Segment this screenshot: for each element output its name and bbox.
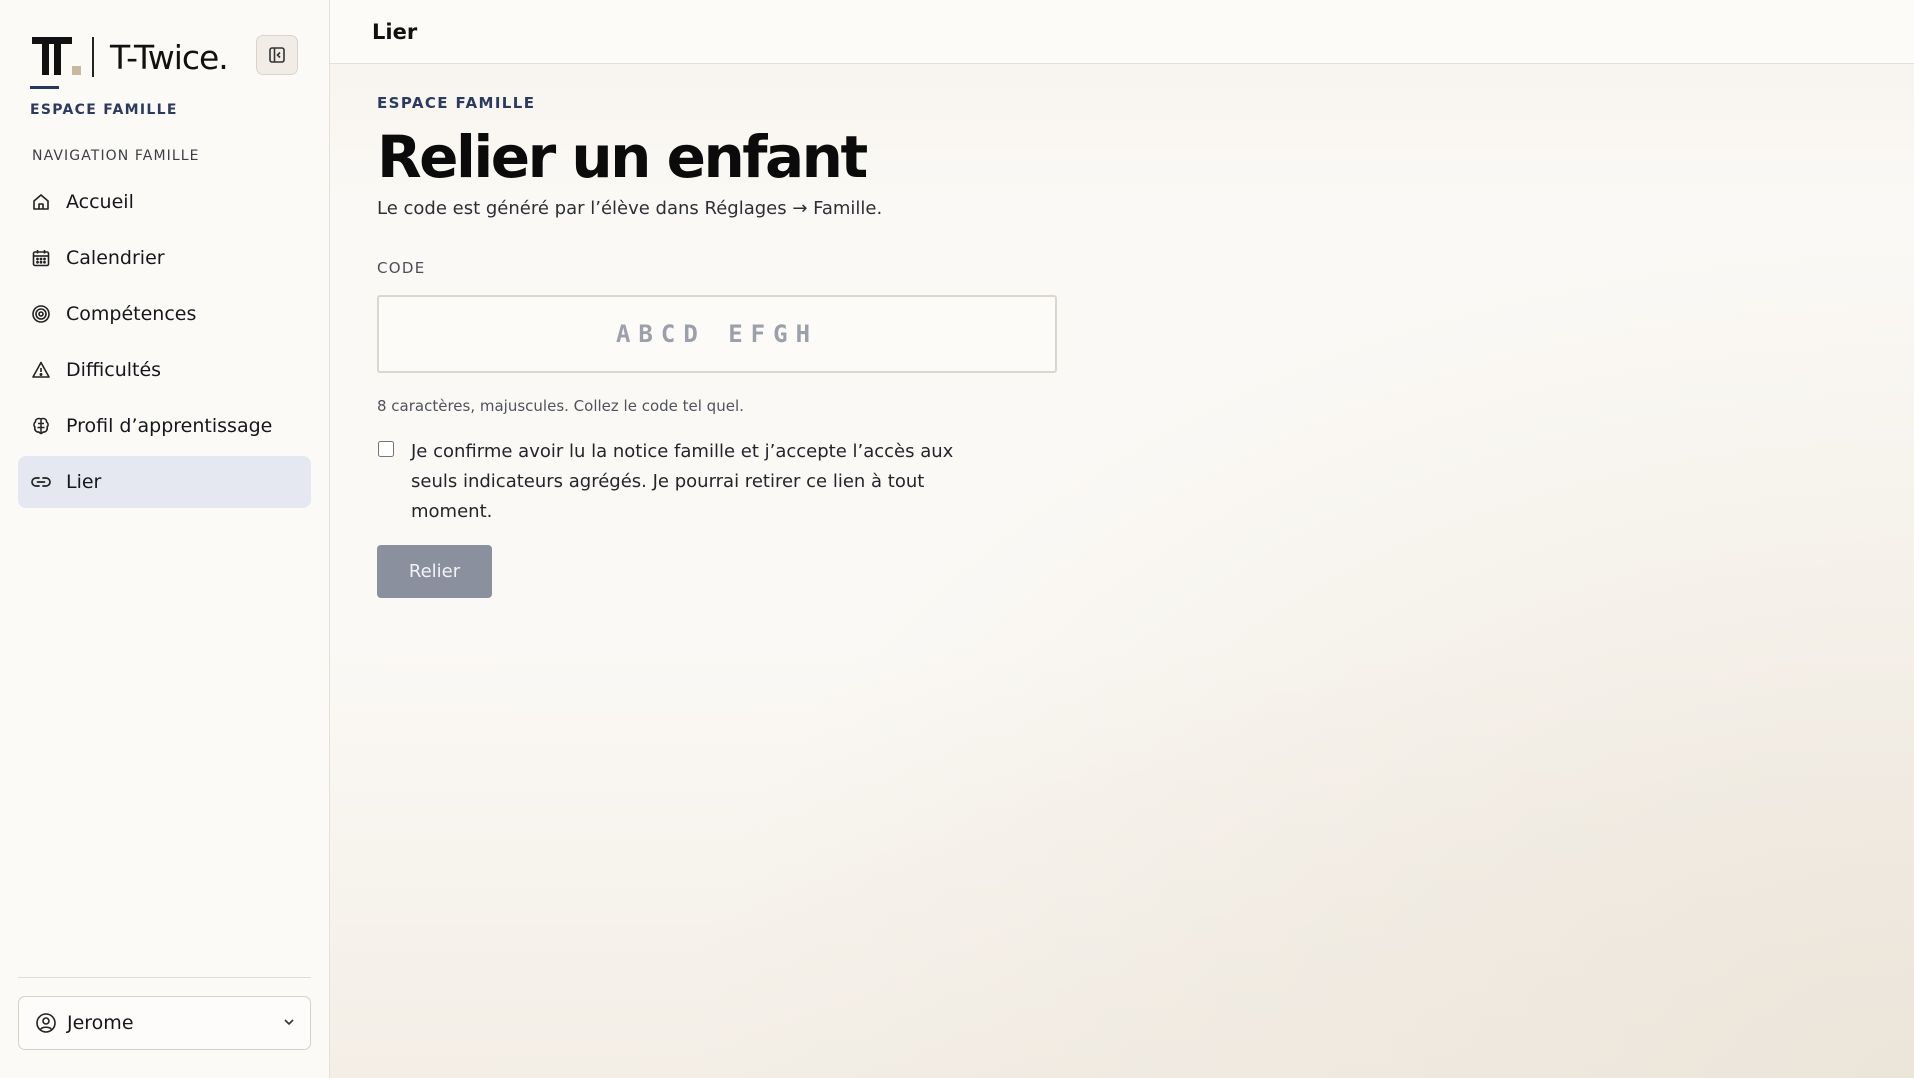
collapse-sidebar-button[interactable]	[256, 35, 298, 75]
link-child-form: ESPACE FAMILLE Relier un enfant Le code …	[330, 64, 1070, 598]
code-field-label: CODE	[377, 259, 426, 277]
sidebar-item-difficultes[interactable]: Difficultés	[18, 344, 311, 396]
link-icon	[30, 471, 52, 493]
sidebar-item-calendrier[interactable]: Calendrier	[18, 232, 311, 284]
sidebar-item-label: Lier	[66, 471, 102, 493]
page-header: Lier	[330, 0, 1914, 64]
app-root: T-Twice. ESPACE FAMILLE NAVIGATION FAMIL…	[0, 0, 1914, 1078]
chevron-down-icon	[282, 1012, 296, 1034]
sidebar-item-label: Compétences	[66, 303, 197, 325]
sidebar-item-label: Difficultés	[66, 359, 162, 381]
sidebar-nav: Accueil Calendrier Compétences Difficult…	[0, 176, 329, 512]
user-circle-icon	[35, 1012, 57, 1034]
code-hint: 8 caractères, majuscules. Collez le code…	[377, 397, 744, 415]
brand-name: T-Twice.	[110, 37, 229, 77]
sidebar-item-label: Calendrier	[66, 247, 165, 269]
sidebar-item-label: Profil d’apprentissage	[66, 415, 273, 437]
relier-button[interactable]: Relier	[377, 545, 492, 598]
consent-label[interactable]: Je confirme avoir lu la notice famille e…	[411, 437, 991, 527]
sidebar-section-title: ESPACE FAMILLE	[30, 102, 178, 118]
consent-checkbox[interactable]	[378, 441, 394, 457]
brand-divider	[92, 37, 94, 77]
sidebar-item-competences[interactable]: Compétences	[18, 288, 311, 340]
sidebar-item-profil[interactable]: Profil d’apprentissage	[18, 400, 311, 452]
main-content: Lier ESPACE FAMILLE Relier un enfant Le …	[330, 0, 1914, 1078]
home-icon	[30, 191, 52, 213]
sidebar: T-Twice. ESPACE FAMILLE NAVIGATION FAMIL…	[0, 0, 330, 1078]
sidebar-item-label: Accueil	[66, 191, 134, 213]
consent-row: Je confirme avoir lu la notice famille e…	[377, 437, 1070, 527]
calendar-icon	[30, 247, 52, 269]
eyebrow-label: ESPACE FAMILLE	[377, 94, 536, 112]
sidebar-item-accueil[interactable]: Accueil	[18, 176, 311, 228]
user-menu-select[interactable]: Jerome	[18, 996, 311, 1050]
sidebar-footer: Jerome	[18, 977, 311, 1078]
nav-title: NAVIGATION FAMILLE	[32, 148, 200, 164]
brand-logo-icon	[30, 33, 82, 89]
page-title: Relier un enfant	[377, 123, 868, 191]
user-name: Jerome	[67, 1012, 134, 1034]
brain-icon	[30, 415, 52, 437]
sidebar-collapse-icon	[269, 47, 285, 63]
sidebar-item-lier[interactable]: Lier	[18, 456, 311, 508]
warning-triangle-icon	[30, 359, 52, 381]
header-title: Lier	[372, 19, 418, 44]
page-subtitle: Le code est généré par l’élève dans Régl…	[377, 198, 883, 219]
target-icon	[30, 303, 52, 325]
code-input[interactable]	[377, 295, 1057, 373]
